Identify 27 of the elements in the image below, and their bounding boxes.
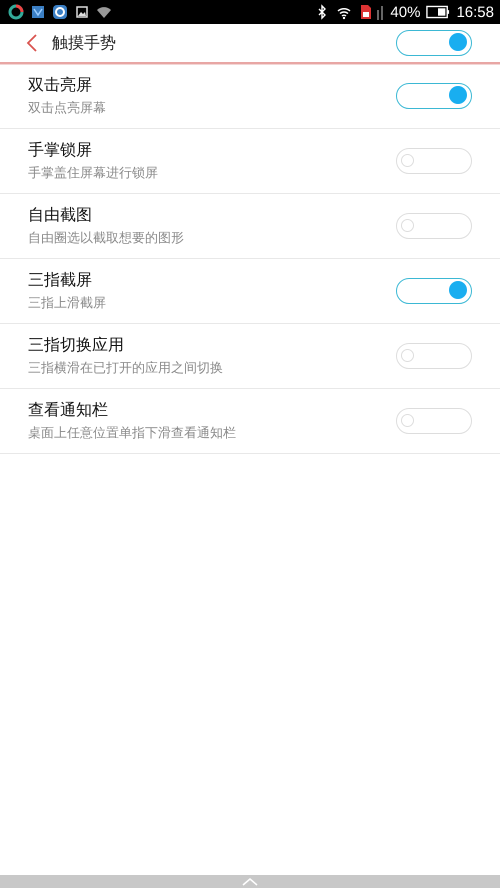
app-icon bbox=[30, 4, 46, 20]
setting-description: 双击点亮屏幕 bbox=[28, 100, 107, 117]
caret-icon[interactable] bbox=[242, 878, 258, 886]
image-icon bbox=[74, 4, 90, 20]
page-title: 触摸手势 bbox=[52, 32, 117, 54]
setting-title: 三指切换应用 bbox=[28, 335, 125, 356]
toggle-switch[interactable] bbox=[396, 83, 472, 109]
battery-icon bbox=[426, 4, 450, 20]
setting-description: 三指横滑在已打开的应用之间切换 bbox=[28, 360, 224, 377]
battery-percentage: 40% bbox=[390, 4, 420, 20]
back-icon[interactable] bbox=[26, 33, 38, 53]
setting-description: 自由圈选以截取想要的图形 bbox=[28, 230, 185, 247]
clock: 16:58 bbox=[456, 4, 494, 20]
wifi-icon bbox=[96, 4, 112, 20]
app-icon bbox=[8, 4, 24, 20]
setting-title: 双击亮屏 bbox=[28, 75, 93, 96]
setting-description: 手掌盖住屏幕进行锁屏 bbox=[28, 165, 159, 182]
app-icon bbox=[52, 4, 68, 20]
toggle-switch[interactable] bbox=[396, 30, 472, 56]
setting-description: 桌面上任意位置单指下滑查看通知栏 bbox=[28, 425, 237, 442]
signal-icon bbox=[376, 4, 384, 20]
setting-title: 自由截图 bbox=[28, 205, 93, 226]
setting-title: 手掌锁屏 bbox=[28, 140, 93, 161]
toggle-switch[interactable] bbox=[396, 278, 472, 304]
setting-title: 三指截屏 bbox=[28, 270, 93, 291]
setting-description: 三指上滑截屏 bbox=[28, 295, 107, 312]
setting-title: 查看通知栏 bbox=[28, 400, 109, 421]
